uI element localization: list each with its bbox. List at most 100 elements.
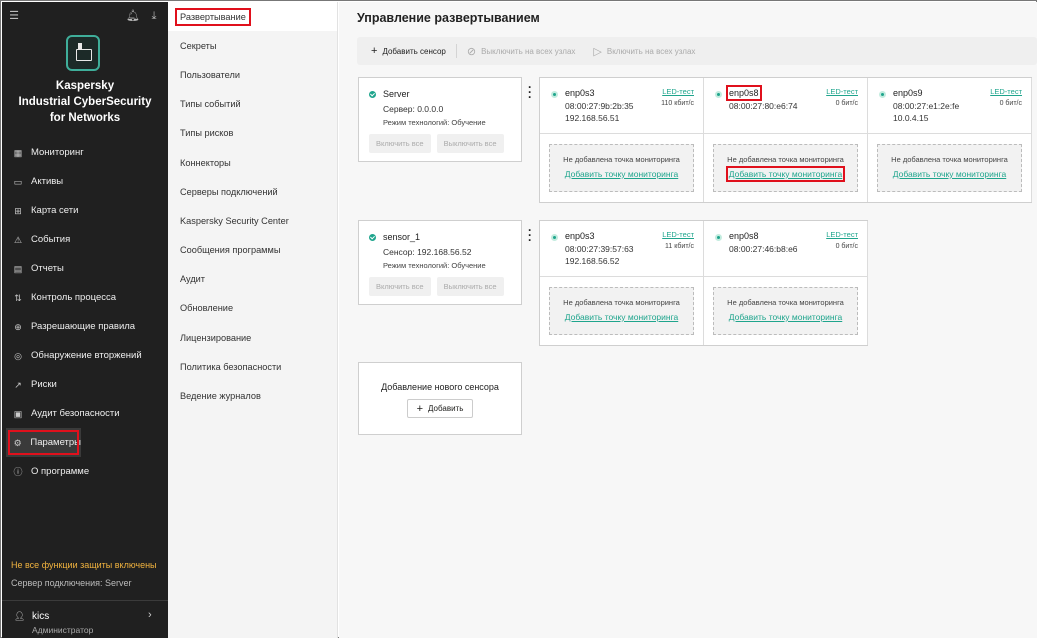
nav-item[interactable]: ◎ Обнаружение вторжений — [2, 341, 168, 370]
interface-header: enp0s9 08:00:27:e1:2e:fe 10.0.4.15 LED-тест… — [868, 78, 1032, 134]
settings-menu-item[interactable]: Политика безопасности — [168, 352, 337, 381]
nav-item[interactable]: ↗ Риски — [2, 370, 168, 399]
enable-all-label: Включить на всех узлах — [606, 46, 696, 56]
nav-item[interactable]: ▦ Мониторинг — [2, 138, 168, 167]
disable-all-label: Выключить на всех узлах — [481, 46, 576, 56]
interface-traffic-rate: 11 кбит/с — [665, 243, 694, 250]
add-monitoring-point-link[interactable]: Добавить точку мониторинга — [565, 312, 678, 322]
nav-item-label: События — [31, 234, 71, 245]
sensor-buttons: Включить все Выключить все — [369, 277, 521, 296]
download-icon[interactable]: ⤓ — [148, 10, 160, 22]
add-new-sensor-card: Добавление нового сенсора + Добавить — [358, 362, 522, 435]
disable-all-button[interactable]: Выключить все — [436, 134, 504, 153]
sidebar-top: ☰ 🔔︎ ⤓ — [2, 2, 168, 30]
sensor-name: Server — [383, 89, 410, 99]
add-monitoring-point-link[interactable]: Добавить точку мониторинга — [729, 312, 842, 322]
chevron-right-icon[interactable]: › — [148, 609, 152, 621]
settings-menu-label: Аудит — [180, 274, 206, 285]
risks-icon: ↗ — [14, 379, 22, 390]
kics-logo-icon — [66, 35, 100, 71]
sensor-mode: Режим технологий: Обучение — [383, 261, 486, 270]
interface-cell: enp0s8 08:00:27:80:e6:74 LED-тест 0 бит/с Не… — [704, 78, 868, 202]
settings-menu-item[interactable]: Развертывание — [168, 2, 337, 32]
led-test-link[interactable]: LED-тест — [662, 87, 694, 96]
interface-mac: 08:00:27:46:b8:e6 — [729, 244, 798, 254]
enable-all-nodes-button[interactable]: ▷ Включить на всех узлах — [593, 45, 695, 58]
hamburger-menu-icon[interactable]: ☰ — [8, 10, 20, 22]
nav-item-label: Контроль процесса — [31, 292, 117, 303]
security-audit-icon: ▣ — [13, 408, 23, 419]
settings-menu-item[interactable]: Kaspersky Security Center — [168, 206, 337, 235]
interface-mac: 08:00:27:39:57:63 — [565, 244, 634, 254]
settings-menu-item[interactable]: Ведение журналов — [168, 381, 337, 410]
nav-item[interactable]: ▤ Отчеты — [2, 254, 168, 283]
led-test-link[interactable]: LED-тест — [662, 230, 694, 239]
interfaces-panel: enp0s3 08:00:27:39:57:63 192.168.56.52 LED-… — [539, 220, 868, 346]
app-frame: ☰ 🔔︎ ⤓ Kaspersky Industrial CyberSecurit… — [0, 0, 1037, 638]
led-test-link[interactable]: LED-тест — [826, 230, 858, 239]
interface-ip: 10.0.4.15 — [893, 113, 929, 123]
sensor-buttons: Включить все Выключить все — [369, 134, 521, 153]
nav-item-label: Карта сети — [31, 205, 79, 216]
settings-menu-label: Серверы подключений — [180, 186, 278, 197]
nav-item[interactable]: ⇅ Контроль процесса — [2, 283, 168, 312]
add-new-sensor-title: Добавление нового сенсора — [381, 382, 499, 392]
add-sensor-card-button[interactable]: + Добавить — [406, 399, 474, 418]
settings-menu-item[interactable]: Обновление — [168, 294, 337, 323]
sensor-address: Сенсор: 192.168.56.52 — [383, 247, 472, 257]
disable-all-button[interactable]: Выключить все — [436, 277, 504, 296]
events-icon: ⚠ — [13, 234, 23, 245]
settings-menu-item[interactable]: Секреты — [168, 31, 337, 60]
interface-mac: 08:00:27:e1:2e:fe — [893, 101, 960, 111]
nav-item[interactable]: ⚠ События — [2, 225, 168, 254]
more-options-icon[interactable]: · · · — [528, 224, 532, 246]
nav-item[interactable]: ▭ Активы — [2, 167, 168, 196]
no-monitoring-point-text: Не добавлена точка мониторинга — [891, 155, 1008, 164]
status-ok-icon — [369, 233, 376, 241]
nav-item[interactable]: ⚙ Параметры — [6, 428, 81, 457]
enable-all-button[interactable]: Включить все — [369, 134, 431, 153]
disable-all-nodes-button[interactable]: ⊘ Выключить на всех узлах — [467, 45, 576, 58]
settings-menu-label: Коннекторы — [180, 157, 231, 168]
nav-item[interactable]: ⊕ Разрешающие правила — [2, 312, 168, 341]
interface-status-icon — [551, 234, 558, 241]
intrusion-detection-icon: ◎ — [14, 350, 22, 361]
monitoring-point-box: Не добавлена точка мониторинга Добавить т… — [713, 287, 858, 335]
add-monitoring-point-link[interactable]: Добавить точку мониторинга — [565, 169, 678, 179]
bell-icon[interactable]: 🔔︎ — [126, 10, 140, 22]
monitoring-point-box: Не добавлена точка мониторинга Добавить т… — [713, 144, 858, 192]
add-monitoring-point-link[interactable]: Добавить точку мониторинга — [725, 166, 846, 182]
user-profile[interactable]: 👤︎ kics — [14, 611, 49, 622]
add-sensor-button[interactable]: + Добавить сенсор — [371, 45, 446, 57]
settings-menu-item[interactable]: Типы событий — [168, 90, 337, 119]
interface-header: enp0s8 08:00:27:46:b8:e6 LED-тест 0 бит/с — [704, 221, 868, 277]
settings-menu-item[interactable]: Пользователи — [168, 60, 337, 89]
nav-item-label: Аудит безопасности — [31, 408, 120, 419]
monitoring-point-box: Не добавлена точка мониторинга Добавить т… — [877, 144, 1022, 192]
settings-menu-item[interactable]: Сообщения программы — [168, 236, 337, 265]
led-test-link[interactable]: LED-тест — [826, 87, 858, 96]
enable-all-button[interactable]: Включить все — [369, 277, 431, 296]
protection-warning[interactable]: Не все функции защиты включены — [11, 560, 157, 570]
led-test-link[interactable]: LED-тест — [990, 87, 1022, 96]
settings-menu-item[interactable]: Типы рисков — [168, 119, 337, 148]
add-monitoring-point-link[interactable]: Добавить точку мониторинга — [893, 169, 1006, 179]
more-options-icon[interactable]: · · · — [528, 81, 532, 103]
settings-menu-item[interactable]: Серверы подключений — [168, 177, 337, 206]
settings-menu-item[interactable]: Коннекторы — [168, 148, 337, 177]
interface-header: enp0s3 08:00:27:39:57:63 192.168.56.52 LED-… — [540, 221, 704, 277]
settings-menu-item[interactable]: Лицензирование — [168, 323, 337, 352]
allow-rules-icon: ⊕ — [14, 321, 22, 332]
nav-item[interactable]: ▣ Аудит безопасности — [2, 399, 168, 428]
interface-ip: 192.168.56.52 — [565, 256, 620, 266]
nav-item-label: Параметры — [30, 437, 81, 448]
settings-menu-item[interactable]: Аудит — [168, 265, 337, 294]
interface-cell: enp0s8 08:00:27:46:b8:e6 LED-тест 0 бит/с Не… — [704, 221, 868, 345]
nav-item[interactable]: ⓘ О программе — [2, 457, 168, 486]
nav-item[interactable]: ⊞ Карта сети — [2, 196, 168, 225]
interface-header: enp0s8 08:00:27:80:e6:74 LED-тест 0 бит/с — [704, 78, 868, 134]
add-sensor-label: Добавить сенсор — [382, 46, 446, 56]
interfaces-panel: enp0s3 08:00:27:9b:2b:35 192.168.56.51 LED-… — [539, 77, 1032, 203]
monitoring-point-box: Не добавлена точка мониторинга Добавить т… — [549, 287, 694, 335]
no-monitoring-point-text: Не добавлена точка мониторинга — [563, 155, 680, 164]
